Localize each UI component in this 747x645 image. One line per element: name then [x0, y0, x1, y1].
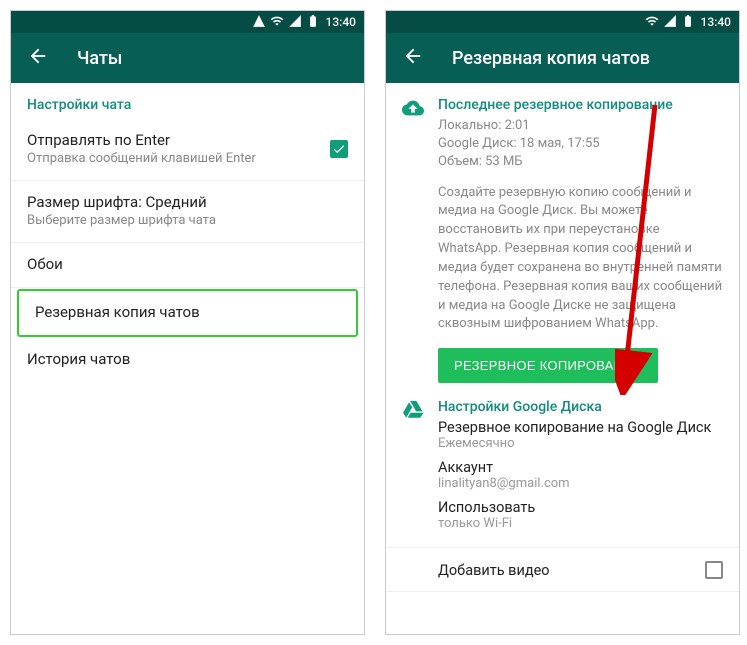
status-time: 13:40 [326, 15, 356, 29]
gdrive-account[interactable]: Аккаунт linalityan8@gmail.com [438, 459, 723, 491]
back-icon[interactable] [402, 45, 424, 71]
item-title: Обои [27, 255, 348, 273]
row-sub: Ежемесячно [438, 436, 723, 451]
item-title: Отправлять по Enter [27, 131, 256, 149]
row-title: Аккаунт [438, 459, 723, 476]
gdrive-settings-block: Настройки Google Диска Резервное копиров… [386, 383, 739, 539]
row-sub: только Wi-Fi [438, 516, 723, 531]
cloud-upload-icon [402, 104, 424, 123]
content-area: Последнее резервное копирование Локально… [386, 83, 739, 634]
appbar: Чаты [11, 33, 364, 83]
checkbox-icon[interactable] [705, 561, 723, 579]
item-font-size[interactable]: Размер шрифта: Средний Выберите размер ш… [11, 181, 364, 243]
battery-icon [306, 14, 320, 31]
signal-icon [288, 14, 302, 31]
highlight-annotation: Резервная копия чатов [17, 289, 358, 337]
appbar: Резервная копия чатов [386, 33, 739, 83]
content-area: Настройки чата Отправлять по Enter Отпра… [11, 83, 364, 634]
backup-description: Создайте резервную копию сообщений и мед… [438, 184, 723, 335]
battery-icon [681, 14, 695, 31]
phone-right: 13:40 Резервная копия чатов Последнее ре… [385, 10, 740, 635]
phone-left: 13:40 Чаты Настройки чата Отправлять по … [10, 10, 365, 635]
item-sub: Выберите размер шрифта чата [27, 213, 348, 228]
item-title: История чатов [27, 350, 348, 368]
item-wallpaper[interactable]: Обои [11, 243, 364, 288]
page-title: Резервная копия чатов [452, 48, 650, 69]
row-title: Использовать [438, 499, 723, 516]
item-chat-backup[interactable]: Резервная копия чатов [19, 291, 356, 335]
item-chat-history[interactable]: История чатов [11, 338, 364, 382]
add-video-row[interactable]: Добавить видео [386, 547, 739, 592]
item-title: Резервная копия чатов [35, 303, 340, 321]
backup-size: Объем: 53 МБ [438, 153, 723, 171]
section-header: Настройки чата [11, 83, 364, 119]
statusbar: 13:40 [386, 11, 739, 33]
gdrive-use[interactable]: Использовать только Wi-Fi [438, 499, 723, 531]
gdrive-backup-to[interactable]: Резервное копирование на Google Диск Еже… [438, 419, 723, 451]
last-backup-header: Последнее резервное копирование [438, 97, 723, 113]
checkbox-icon[interactable] [330, 140, 348, 158]
item-title: Размер шрифта: Средний [27, 193, 348, 211]
page-title: Чаты [77, 48, 122, 69]
backup-gdrive: Google Диск: 18 мая, 17:55 [438, 135, 723, 153]
row-title: Резервное копирование на Google Диск [438, 419, 723, 436]
row-sub: linalityan8@gmail.com [438, 476, 723, 491]
item-enter-send[interactable]: Отправлять по Enter Отправка сообщений к… [11, 119, 364, 181]
item-sub: Отправка сообщений клавишей Enter [27, 151, 256, 166]
signal-icon [663, 14, 677, 31]
wifi-icon [270, 14, 284, 31]
last-backup-block: Последнее резервное копирование Локально… [386, 83, 739, 383]
back-icon[interactable] [27, 45, 49, 71]
gdrive-icon [402, 406, 424, 425]
gdrive-header: Настройки Google Диска [438, 399, 723, 415]
statusbar: 13:40 [11, 11, 364, 33]
backup-now-button[interactable]: РЕЗЕРВНОЕ КОПИРОВАНИЕ [438, 348, 658, 383]
backup-local: Локально: 2:01 [438, 117, 723, 135]
status-time: 13:40 [701, 15, 731, 29]
network-icon [252, 14, 266, 31]
row-title: Добавить видео [438, 562, 550, 579]
wifi-icon [645, 14, 659, 31]
